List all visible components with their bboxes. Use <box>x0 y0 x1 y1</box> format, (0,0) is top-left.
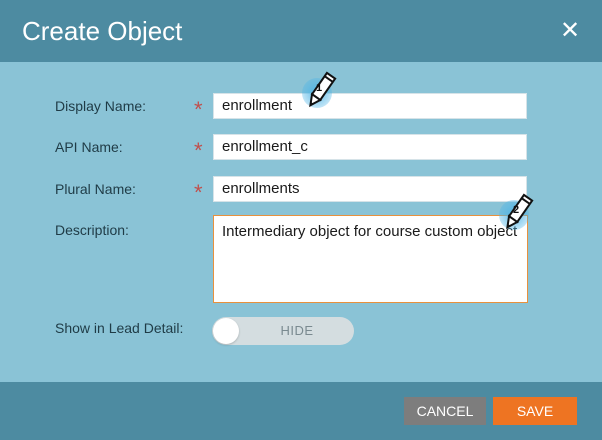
dialog-title: Create Object <box>22 16 183 46</box>
required-asterisk: * <box>194 180 203 205</box>
toggle-knob <box>213 318 239 344</box>
annotation-badge-2: 2 <box>493 192 539 238</box>
show-in-lead-detail-toggle[interactable]: HIDE <box>212 317 354 345</box>
dialog-header: Create Object ✕ <box>0 0 602 62</box>
annotation-number: 1 <box>316 82 323 94</box>
description-label: Description: <box>55 222 129 238</box>
plural-name-label: Plural Name: <box>55 181 136 197</box>
display-name-input[interactable]: enrollment <box>213 93 527 119</box>
toggle-state-text: HIDE <box>280 323 314 338</box>
close-icon[interactable]: ✕ <box>558 19 582 43</box>
annotation-badge-1: 1 <box>296 70 342 116</box>
required-asterisk: * <box>194 97 203 122</box>
api-name-label: API Name: <box>55 139 123 155</box>
annotation-number: 2 <box>513 204 520 216</box>
required-asterisk: * <box>194 138 203 163</box>
save-button[interactable]: SAVE <box>493 397 577 425</box>
cancel-button[interactable]: CANCEL <box>404 397 486 425</box>
show-in-lead-detail-label: Show in Lead Detail: <box>55 320 184 336</box>
plural-name-input[interactable]: enrollments <box>213 176 527 202</box>
api-name-input[interactable]: enrollment_c <box>213 134 527 160</box>
description-textarea[interactable]: Intermediary object for course custom ob… <box>213 215 528 303</box>
display-name-label: Display Name: <box>55 98 147 114</box>
